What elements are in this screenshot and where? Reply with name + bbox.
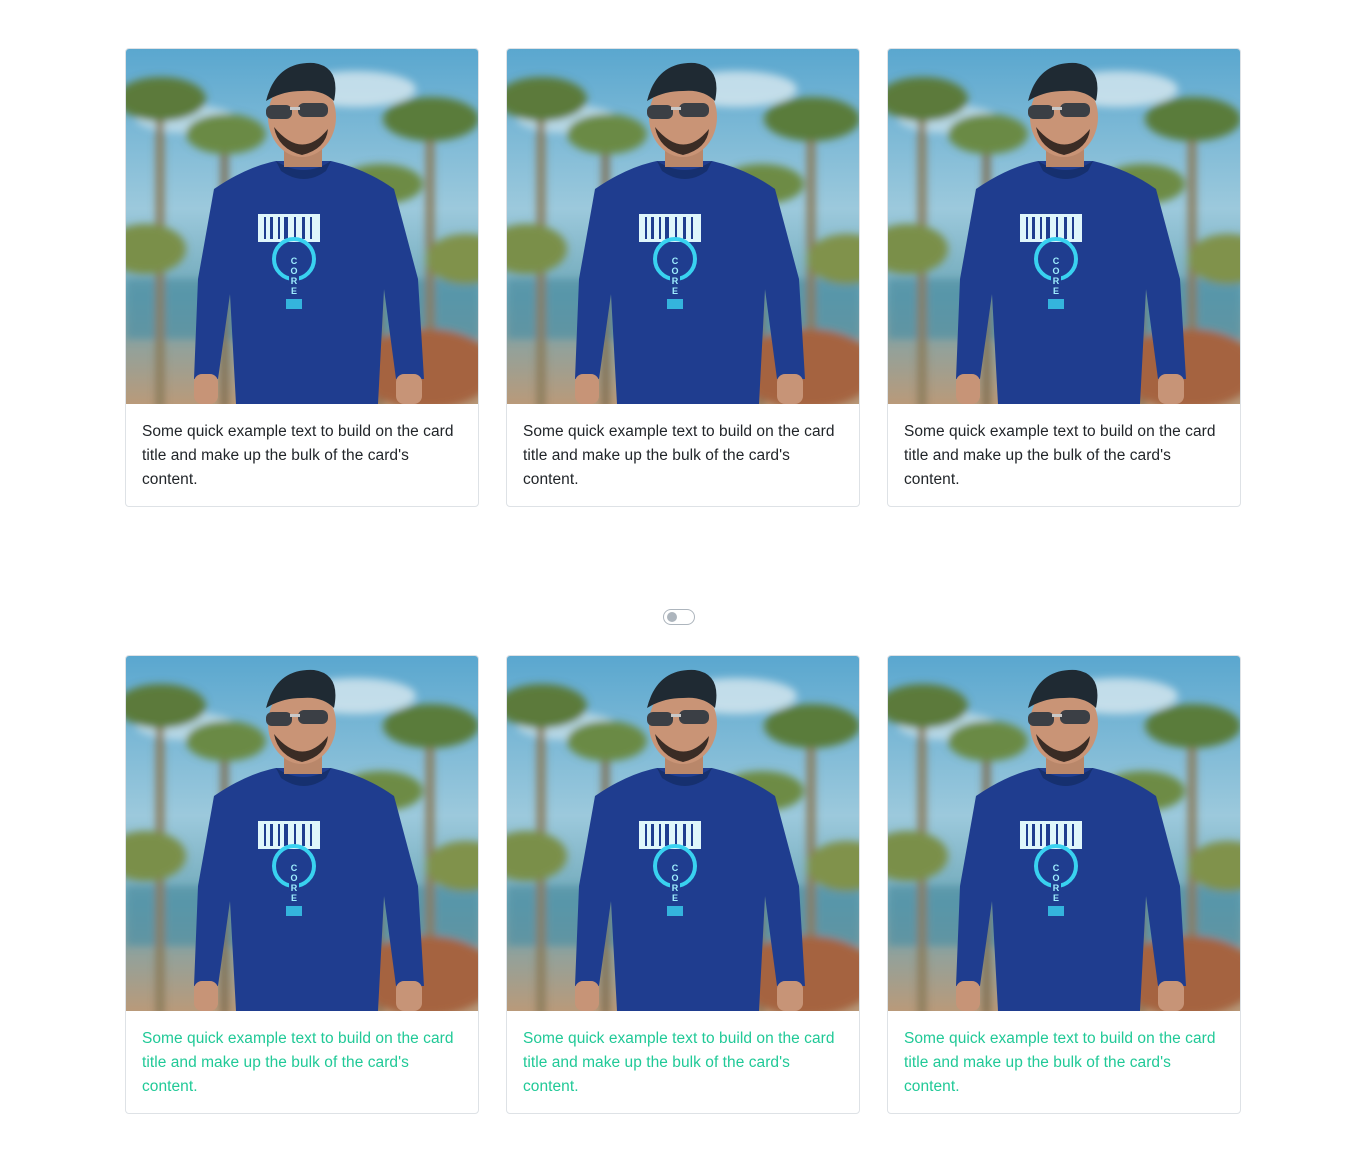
card-text: Some quick example text to build on the … [142, 1030, 454, 1095]
card: Some quick example text to build on the … [506, 48, 860, 507]
card-image [507, 49, 860, 404]
card-image [126, 656, 479, 1011]
card-text: Some quick example text to build on the … [904, 423, 1216, 488]
theme-toggle[interactable] [663, 609, 695, 625]
card: Some quick example text to build on the … [887, 48, 1241, 507]
card-image [126, 49, 479, 404]
card-text: Some quick example text to build on the … [904, 1030, 1216, 1095]
card-text: Some quick example text to build on the … [523, 1030, 835, 1095]
card-text: Some quick example text to build on the … [523, 423, 835, 488]
card: Some quick example text to build on the … [125, 655, 479, 1114]
card-row-bottom: Some quick example text to build on the … [125, 655, 1241, 1114]
card-text: Some quick example text to build on the … [142, 423, 454, 488]
card-image [888, 656, 1241, 1011]
card: Some quick example text to build on the … [506, 655, 860, 1114]
card: Some quick example text to build on the … [887, 655, 1241, 1114]
card-row-top: Some quick example text to build on the … [125, 48, 1241, 507]
card-image [888, 49, 1241, 404]
toggle-knob [667, 612, 677, 622]
toggle-switch[interactable] [663, 609, 695, 625]
card: Some quick example text to build on the … [125, 48, 479, 507]
card-image [507, 656, 860, 1011]
